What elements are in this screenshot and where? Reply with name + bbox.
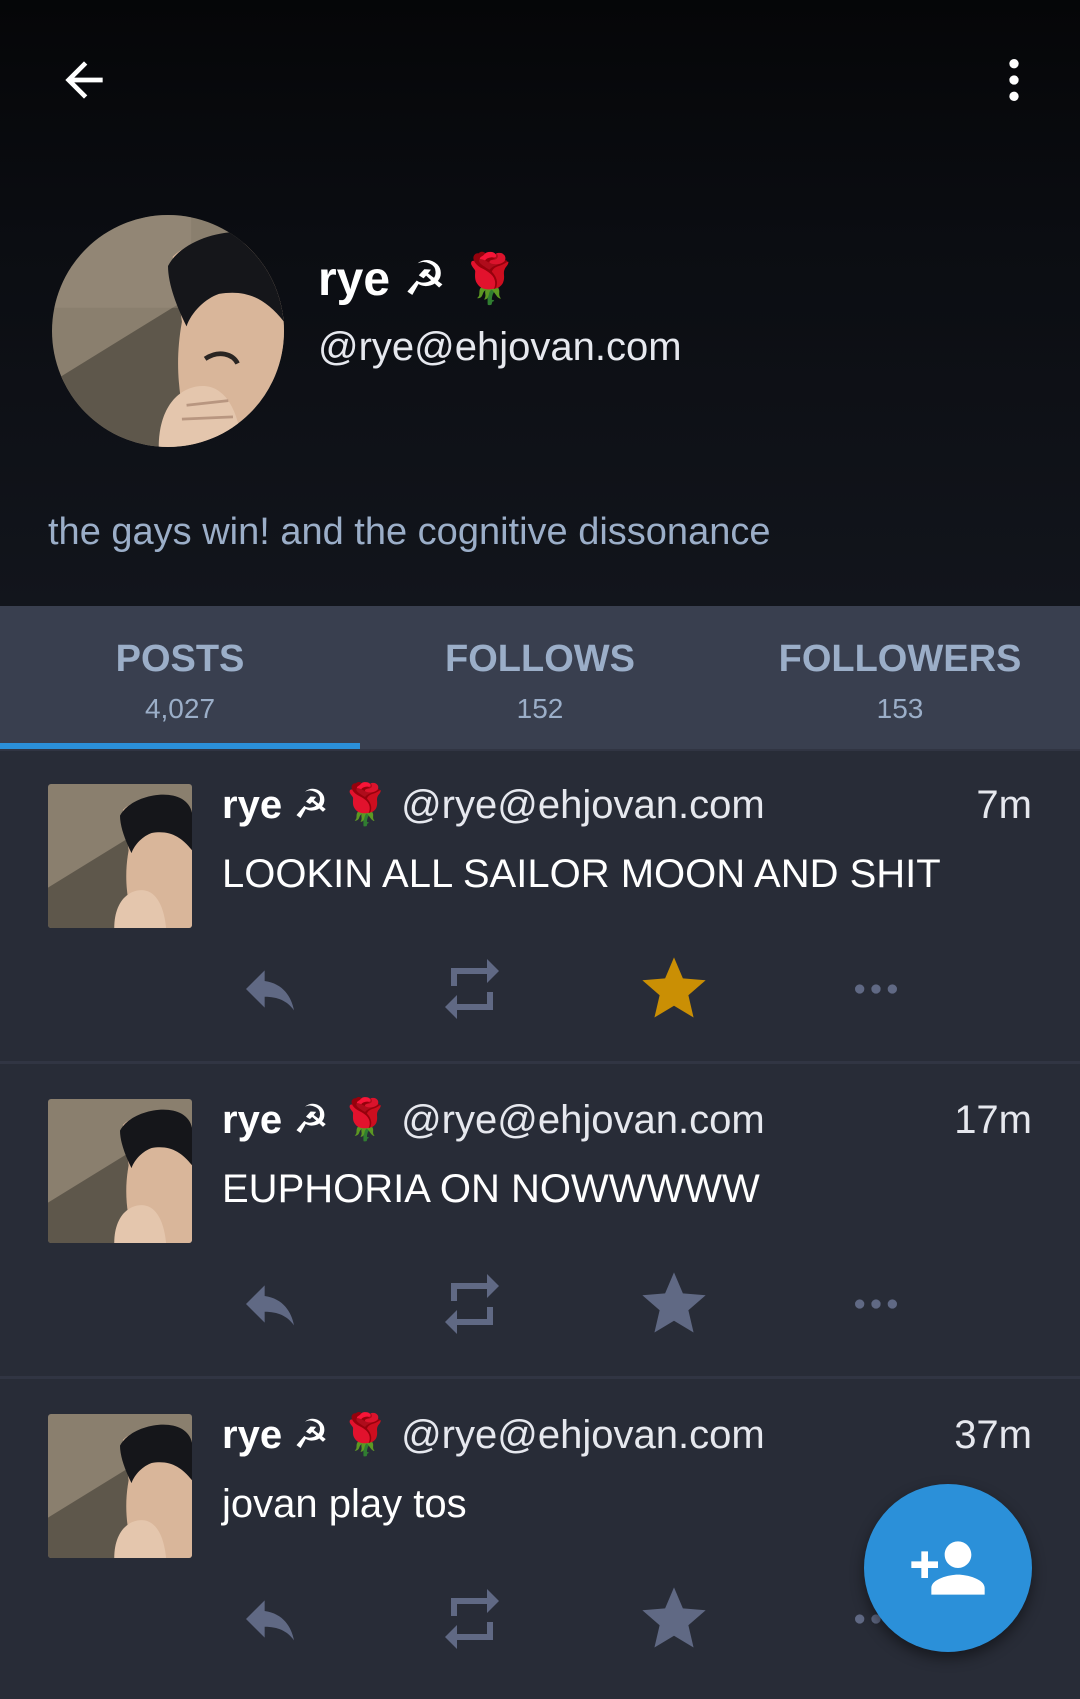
overflow-menu-button[interactable] — [966, 32, 1062, 128]
status-display-name: rye ☭ 🌹 — [222, 1098, 390, 1142]
back-button[interactable] — [36, 32, 132, 128]
reply-icon — [246, 970, 294, 1011]
reply-icon — [246, 1600, 294, 1641]
tab-label: FOLLOWERS — [778, 638, 1022, 680]
avatar-image — [48, 1414, 192, 1558]
avatar-image — [48, 1099, 192, 1243]
boost-icon — [445, 959, 499, 1019]
reply-button[interactable] — [222, 1571, 318, 1667]
status-display-name: rye ☭ 🌹 — [222, 1413, 390, 1457]
boost-button[interactable] — [424, 1256, 520, 1352]
status-header: rye ☭ 🌹 @rye@ehjovan.com 37m — [222, 1409, 1032, 1461]
favourite-button[interactable] — [626, 1256, 722, 1352]
follow-fab-button[interactable] — [864, 1484, 1032, 1652]
tab-followers[interactable]: FOLLOWERS 153 — [720, 606, 1080, 749]
boost-button[interactable] — [424, 941, 520, 1037]
star-icon — [642, 1587, 706, 1648]
display-name: rye ☭ 🌹 — [318, 253, 520, 306]
status-item[interactable]: rye ☭ 🌹 @rye@ehjovan.com 17m EUPHORIA ON… — [0, 1066, 1080, 1379]
status-account: @rye@ehjovan.com — [401, 1413, 765, 1457]
status-header: rye ☭ 🌹 @rye@ehjovan.com 17m — [222, 1094, 1032, 1146]
boost-icon — [445, 1274, 499, 1334]
post-avatar[interactable] — [48, 1099, 192, 1243]
status-content: EUPHORIA ON NOWWWWW — [222, 1167, 760, 1211]
status-content: jovan play tos — [222, 1482, 467, 1526]
post-avatar[interactable] — [48, 784, 192, 928]
follow-user-icon — [911, 1541, 985, 1595]
reply-icon — [246, 1285, 294, 1326]
post-avatar[interactable] — [48, 1414, 192, 1558]
favourite-button[interactable] — [626, 941, 722, 1037]
status-header: rye ☭ 🌹 @rye@ehjovan.com 7m — [222, 779, 1032, 831]
tab-count: 4,027 — [144, 693, 216, 724]
status-timestamp: 37m — [954, 1413, 1032, 1457]
tab-follows[interactable]: FOLLOWS 152 — [360, 606, 720, 749]
more-button[interactable] — [828, 1256, 924, 1352]
tab-count: 152 — [516, 693, 564, 724]
tab-count: 153 — [876, 693, 924, 724]
tab-label: FOLLOWS — [445, 638, 635, 680]
tab-label: POSTS — [115, 638, 245, 680]
favourite-button[interactable] — [626, 1571, 722, 1667]
boost-button[interactable] — [424, 1571, 520, 1667]
divider — [0, 1376, 1080, 1379]
profile-header: rye ☭ 🌹 @rye@ehjovan.com the gays win! a… — [0, 0, 1080, 606]
status-timestamp: 17m — [954, 1098, 1032, 1142]
more-button[interactable] — [828, 941, 924, 1037]
star-icon — [642, 957, 706, 1018]
status-account: @rye@ehjovan.com — [401, 783, 765, 827]
more-horizontal-icon — [855, 984, 897, 994]
status-content: LOOKIN ALL SAILOR MOON AND SHIT — [222, 852, 941, 896]
status-timestamp: 7m — [976, 783, 1032, 827]
status-display-name: rye ☭ 🌹 — [222, 783, 390, 827]
profile-tabs: POSTS 4,027 FOLLOWS 152 FOLLOWERS 153 — [0, 606, 1080, 749]
more-vertical-icon — [1009, 59, 1019, 101]
account-screen: rye ☭ 🌹 @rye@ehjovan.com the gays win! a… — [0, 0, 1080, 1699]
status-account: @rye@ehjovan.com — [401, 1098, 765, 1142]
status-item[interactable]: rye ☭ 🌹 @rye@ehjovan.com 7m LOOKIN ALL S… — [0, 751, 1080, 1064]
profile-bio: the gays win! and the cognitive dissonan… — [48, 511, 771, 553]
avatar-image — [48, 784, 192, 928]
reply-button[interactable] — [222, 1256, 318, 1352]
star-icon — [642, 1272, 706, 1333]
more-horizontal-icon — [855, 1299, 897, 1309]
avatar-image — [52, 215, 284, 447]
reply-button[interactable] — [222, 941, 318, 1037]
account-handle: @rye@ehjovan.com — [318, 325, 682, 369]
arrow-left-icon — [65, 61, 103, 99]
profile-avatar[interactable] — [52, 215, 284, 447]
divider — [0, 1061, 1080, 1064]
boost-icon — [445, 1589, 499, 1649]
tab-posts[interactable]: POSTS 4,027 — [0, 606, 360, 749]
